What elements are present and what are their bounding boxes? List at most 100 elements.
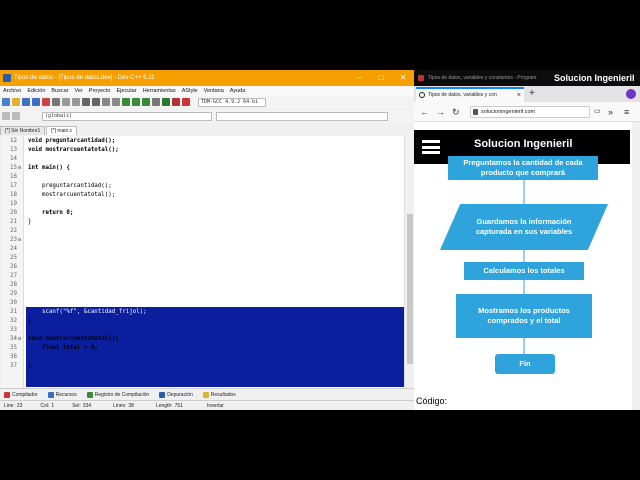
menu-astyle[interactable]: AStyle <box>179 88 201 94</box>
new-file-icon[interactable] <box>2 98 10 106</box>
tab-sin-nombre1[interactable]: [*] Sin Nombre1 <box>0 126 46 135</box>
menu-ayuda[interactable]: Ayuda <box>227 88 249 94</box>
line-number: 24 <box>10 246 17 252</box>
code-line[interactable]: 23 ⊟ void preguntarcantidad(){ <box>2 236 404 245</box>
url-bar[interactable]: solucioningenieril.com <box>470 106 590 118</box>
menu-ventana[interactable]: Ventana <box>201 88 227 94</box>
new-tab-icon[interactable]: + <box>529 87 535 101</box>
close-tab-icon[interactable]: × <box>517 89 521 102</box>
rebuild-icon[interactable] <box>152 98 160 106</box>
code-line[interactable]: 28 scanf("%d", &cantidad_leche); <box>2 281 404 290</box>
indent-icon[interactable] <box>112 98 120 106</box>
devcpp-window: Tipos de datos - [Tipos de datos.dev] - … <box>0 70 414 410</box>
tab-main-c[interactable]: [*] main.c <box>46 126 78 135</box>
bookmark-icon[interactable] <box>2 112 10 120</box>
reader-view-icon[interactable]: ▭ <box>594 106 601 118</box>
back-icon[interactable]: ← <box>420 106 429 118</box>
menu-herramientas[interactable]: Herramientas <box>140 88 179 94</box>
status-length-value: 751 <box>174 402 183 409</box>
page-scrollbar[interactable] <box>632 122 640 410</box>
replace-icon[interactable] <box>92 98 100 106</box>
save-all-icon[interactable] <box>32 98 40 106</box>
redo-icon[interactable] <box>72 98 80 106</box>
bookmark-next-icon[interactable] <box>12 112 20 120</box>
code-editor[interactable]: 12 void preguntarcantidad(); 13 void mostra… <box>2 136 404 388</box>
site-menu-icon[interactable] <box>422 140 440 154</box>
menu-archivo[interactable]: Archivo <box>0 88 24 94</box>
open-icon[interactable] <box>12 98 20 106</box>
code-line[interactable]: 25 scanf("%d", &cantidad_cereal); <box>2 254 404 263</box>
firefox-account-icon[interactable] <box>626 89 636 99</box>
scope-select[interactable]: (globals) <box>42 111 212 121</box>
stop-icon[interactable] <box>182 98 190 106</box>
code-line[interactable]: 19 <box>2 200 404 209</box>
code-line[interactable]: 26 <box>2 263 404 272</box>
code-line[interactable]: 20 return 0; <box>2 209 404 218</box>
code-line[interactable]: 22 <box>2 227 404 236</box>
code-line[interactable]: 24 printf("Ingrese la cantidad de cajas … <box>2 245 404 254</box>
code-line[interactable]: 32} <box>2 317 404 326</box>
code-line[interactable]: 33 <box>2 326 404 335</box>
menu-buscar[interactable]: Buscar <box>48 88 71 94</box>
code-line[interactable]: 27 printf("Ingrese la cantidad de galone… <box>2 272 404 281</box>
compile-run-icon[interactable] <box>142 98 150 106</box>
tab-resultados[interactable]: Resultados <box>202 391 236 398</box>
find-icon[interactable] <box>82 98 90 106</box>
menu-ver[interactable]: Ver <box>72 88 86 94</box>
fold-toggle-icon[interactable]: ⊟ <box>18 236 23 245</box>
check-icon[interactable] <box>162 98 170 106</box>
active-browser-tab[interactable]: Tipos de datos, variables y con × <box>416 87 524 102</box>
devcpp-title-bar[interactable]: Tipos de datos - [Tipos de datos.dev] - … <box>0 70 414 86</box>
site-logo[interactable]: Solucion Ingenieril <box>474 138 572 150</box>
maximize-button[interactable]: □ <box>370 70 392 86</box>
code-line[interactable]: 30 printf("Ingrese la cantidad de KG de … <box>2 299 404 308</box>
goto-icon[interactable] <box>102 98 110 106</box>
code-line[interactable]: 13 void mostrarcuentatotal(); <box>2 146 404 155</box>
close-file-icon[interactable] <box>42 98 50 106</box>
reload-icon[interactable]: ↻ <box>452 106 460 118</box>
hamburger-menu-icon[interactable]: ≡ <box>624 106 629 118</box>
save-icon[interactable] <box>22 98 30 106</box>
compile-icon[interactable] <box>122 98 130 106</box>
compiler-select[interactable]: TDM-GCC 4.9.2 64-bi <box>198 97 266 107</box>
code-line[interactable]: 35 float total = 0; <box>2 344 404 353</box>
code-line[interactable]: 12 void preguntarcantidad(); <box>2 137 404 146</box>
code-line[interactable]: 36 <box>2 353 404 362</box>
scrollbar-thumb[interactable] <box>407 214 413 364</box>
menu-proyecto[interactable]: Proyecto <box>86 88 114 94</box>
editor-scrollbar[interactable] <box>404 136 414 388</box>
fold-toggle-icon[interactable]: ⊟ <box>18 335 23 344</box>
debug-icon[interactable] <box>172 98 180 106</box>
tab-favicon-icon <box>419 92 425 98</box>
minimize-button[interactable]: – <box>348 70 370 86</box>
menu-edicion[interactable]: Edición <box>24 88 48 94</box>
code-line[interactable]: 21} <box>2 218 404 227</box>
tab-registro[interactable]: Registro de Compilación <box>86 391 150 398</box>
code-line[interactable]: 18 mostrarcuentatotal(); <box>2 191 404 200</box>
run-icon[interactable] <box>132 98 140 106</box>
code-line[interactable]: 15 ⊟ int main() { <box>2 164 404 173</box>
menu-ejecutar[interactable]: Ejecutar <box>114 88 140 94</box>
background-tab-title: Tipos de datos, variables y constantes -… <box>428 75 537 81</box>
code-line[interactable]: 14 <box>2 155 404 164</box>
fold-toggle-icon[interactable]: ⊟ <box>18 164 23 173</box>
code-line[interactable]: 31 scanf("%f", &cantidad_frijol); <box>2 308 404 317</box>
tab-registro-label: Registro de Compilación <box>94 391 150 398</box>
code-line[interactable]: 29 <box>2 290 404 299</box>
undo-icon[interactable] <box>62 98 70 106</box>
tab-depuracion[interactable]: Depuración <box>159 391 193 398</box>
function-select[interactable] <box>216 111 388 121</box>
code-line[interactable]: 16 <box>2 173 404 182</box>
tab-compilador[interactable]: Compilador <box>4 391 38 398</box>
overflow-menu-icon[interactable]: » <box>608 106 613 118</box>
status-sel-value: 334 <box>82 402 92 409</box>
code-line[interactable]: 17 preguntarcantidad(); <box>2 182 404 191</box>
flow-arrows <box>523 180 525 354</box>
tab-recursos[interactable]: Recursos <box>47 391 77 398</box>
code-line[interactable]: 34 ⊟ void mostrarcuentatotal(){ <box>2 335 404 344</box>
status-lines-label: Lines: <box>113 402 127 409</box>
print-icon[interactable] <box>52 98 60 106</box>
code-line[interactable]: 37} <box>2 362 404 371</box>
close-button[interactable]: ✕ <box>392 70 414 86</box>
forward-icon[interactable]: → <box>436 106 445 118</box>
